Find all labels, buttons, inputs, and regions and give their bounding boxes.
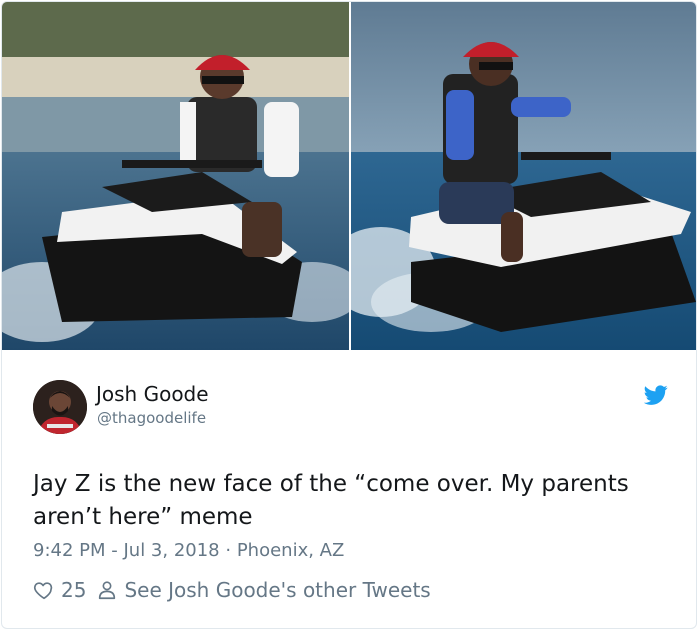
- heart-icon[interactable]: [33, 579, 55, 601]
- tweet-date[interactable]: Jul 3, 2018: [123, 540, 219, 561]
- tweet-actions: 25 See Josh Goode's other Tweets: [33, 576, 431, 604]
- author-handle[interactable]: @thagoodelife: [97, 409, 206, 427]
- avatar[interactable]: [33, 380, 87, 434]
- twitter-bird-icon[interactable]: [644, 383, 668, 407]
- other-tweets-link[interactable]: See Josh Goode's other Tweets: [124, 578, 430, 602]
- tweet-text: Jay Z is the new face of the “come over.…: [33, 471, 629, 530]
- tweet-header: Josh Goode @thagoodelife: [33, 380, 673, 436]
- tweet-location[interactable]: Phoenix, AZ: [237, 540, 345, 561]
- tweet-meta: 9:42 PM - Jul 3, 2018 · Phoenix, AZ: [33, 540, 344, 561]
- tweet-card: Josh Goode @thagoodelife Jay Z is the ne…: [1, 1, 697, 629]
- meta-separator: ·: [219, 540, 237, 561]
- like-count[interactable]: 25: [61, 578, 86, 602]
- author-name[interactable]: Josh Goode: [96, 382, 209, 406]
- tweet-photo-right[interactable]: [351, 2, 696, 350]
- tweet-photo-left[interactable]: [2, 2, 349, 350]
- meta-separator: -: [105, 540, 124, 561]
- tweet-photos: [2, 2, 696, 350]
- person-icon[interactable]: [96, 579, 118, 601]
- tweet-time[interactable]: 9:42 PM: [33, 540, 106, 561]
